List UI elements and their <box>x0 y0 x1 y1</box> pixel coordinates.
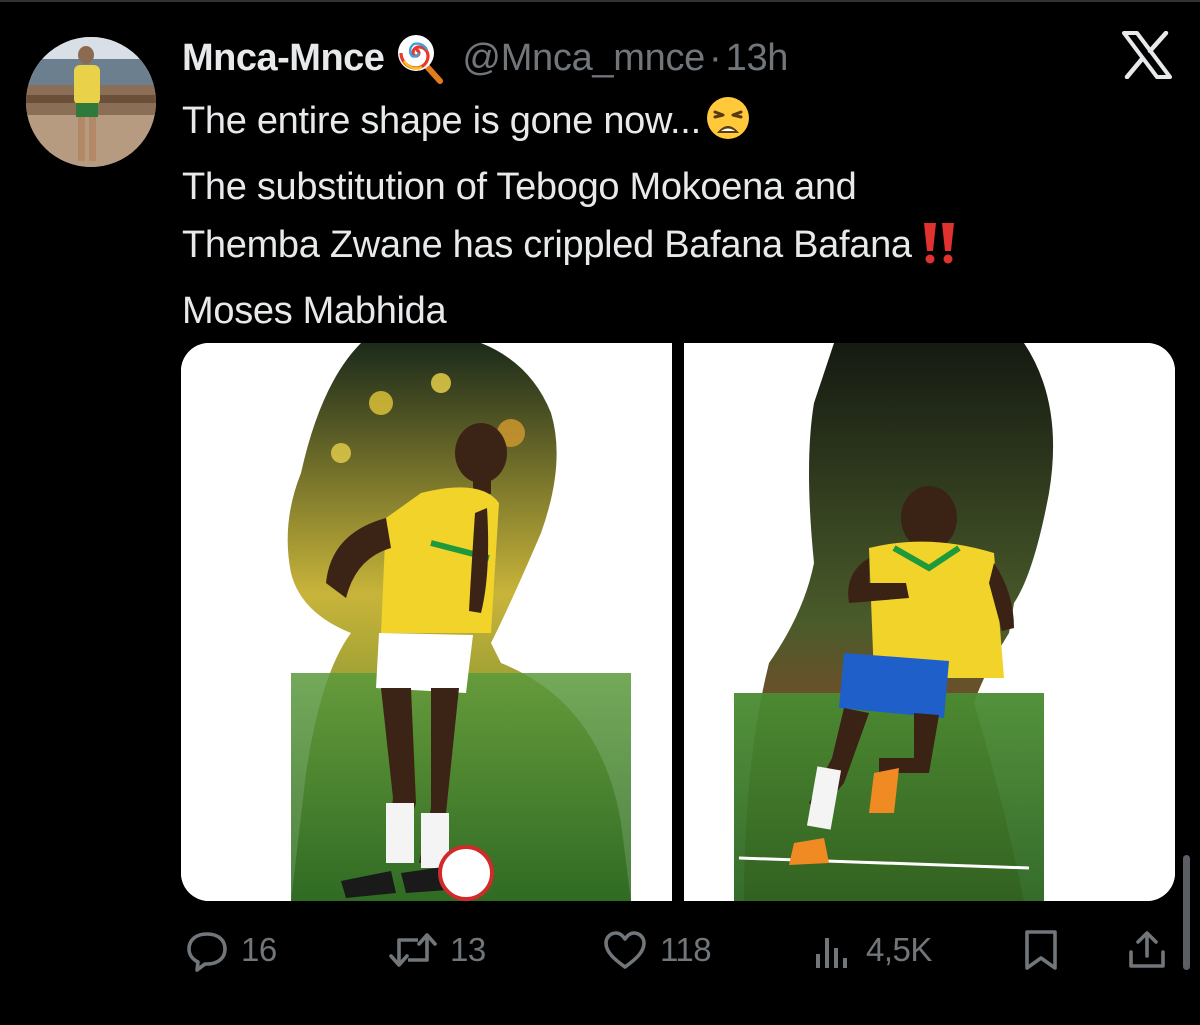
reply-count: 16 <box>241 931 277 968</box>
header-separator: · <box>708 36 722 79</box>
player-silhouette-right-image <box>684 343 1175 901</box>
repost-button[interactable]: 13 <box>388 920 486 980</box>
timestamp[interactable]: 13h <box>726 37 789 80</box>
display-name[interactable]: Mnca-Mnce <box>182 37 385 80</box>
tweet-text-line-1-text: The entire shape is gone now... <box>182 100 701 142</box>
media-image-left[interactable] <box>181 343 672 901</box>
like-button[interactable]: 118 <box>602 920 712 980</box>
tweet-text-line-2: The substitution of Tebogo Mokoena and <box>182 166 857 208</box>
double-exclamation-emoji-icon <box>916 219 962 282</box>
player-silhouette-left-image <box>181 343 672 901</box>
tweet-text-line-1: The entire shape is gone now... <box>182 92 1142 158</box>
like-icon <box>602 928 648 972</box>
tweet-text-line-3-text: Themba Zwane has crippled Bafana Bafana <box>182 224 912 266</box>
weary-face-emoji-icon <box>705 95 751 158</box>
tweet-text: The entire shape is gone now... The subs… <box>182 92 1142 340</box>
avatar-photo <box>26 37 156 167</box>
media-image-right[interactable] <box>684 343 1175 901</box>
repost-count: 13 <box>450 931 486 968</box>
top-divider <box>0 0 1200 2</box>
like-count: 118 <box>660 931 712 968</box>
user-handle[interactable]: @Mnca_mnce <box>462 37 705 80</box>
tweet-text-line-3: Themba Zwane has crippled Bafana Bafana <box>182 216 1142 282</box>
share-button[interactable] <box>1125 920 1169 980</box>
x-logo-icon[interactable] <box>1122 30 1172 80</box>
share-icon <box>1125 928 1169 972</box>
bookmark-button[interactable] <box>1021 920 1061 980</box>
reply-icon <box>185 928 229 972</box>
lollipop-emoji-icon <box>394 31 448 85</box>
tweet-media[interactable] <box>181 343 1175 901</box>
tweet-action-bar: 16 13 118 4,5K <box>0 920 1200 980</box>
bookmark-icon <box>1021 928 1061 972</box>
reply-button[interactable]: 16 <box>185 920 277 980</box>
views-button[interactable]: 4,5K <box>812 920 932 980</box>
scrollbar[interactable] <box>1183 855 1190 970</box>
views-count: 4,5K <box>866 931 932 968</box>
avatar[interactable] <box>26 37 156 167</box>
views-icon <box>812 928 854 972</box>
repost-icon <box>388 928 438 972</box>
tweet-header: Mnca-Mnce @Mnca_mnce · 13h <box>182 30 788 86</box>
tweet-text-line-4: Moses Mabhida <box>182 290 447 332</box>
